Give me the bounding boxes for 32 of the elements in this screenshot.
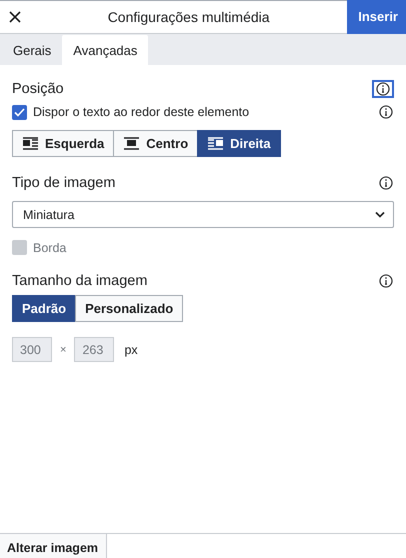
close-icon[interactable] (9, 11, 21, 23)
tab[interactable]: Avançadas (62, 35, 148, 65)
chevron-icon (375, 211, 385, 218)
alignment-button[interactable]: Esquerda (12, 130, 114, 157)
info-icon (379, 176, 393, 190)
info-button[interactable] (378, 273, 394, 289)
info-button[interactable] (378, 104, 394, 120)
checkbox[interactable] (12, 104, 27, 120)
info-icon (376, 82, 390, 96)
info-icon (379, 105, 393, 119)
info-icon (379, 274, 393, 288)
alignment-button[interactable]: Centro (113, 130, 198, 157)
change-image-button[interactable]: Alterar imagem (0, 534, 108, 558)
image-type-dropdown[interactable]: Miniatura (12, 201, 394, 228)
size-mode-button[interactable]: Personalizado (75, 295, 184, 322)
unit-label: px (124, 342, 138, 356)
dialog-title: Configurações multimédia (106, 9, 271, 25)
times-sign: × (60, 344, 66, 356)
info-button[interactable] (372, 80, 394, 98)
section-heading: Tipo de imagem (12, 175, 116, 191)
size-mode-button[interactable]: Padrão (12, 295, 76, 322)
checkbox-label: Dispor o texto ao redor deste elemento (33, 105, 250, 119)
center-align-icon (123, 137, 140, 150)
right-align-icon (207, 137, 224, 150)
left-align-icon (22, 137, 39, 150)
section-heading: Tamanho da imagem (12, 273, 148, 289)
info-button[interactable] (378, 175, 394, 191)
section-heading: Posição (12, 81, 64, 97)
tab[interactable]: Gerais (2, 35, 62, 65)
alignment-button[interactable]: Direita (197, 130, 281, 157)
insert-button[interactable]: Inserir (347, 0, 406, 34)
checkbox-label: Borda (33, 240, 66, 254)
